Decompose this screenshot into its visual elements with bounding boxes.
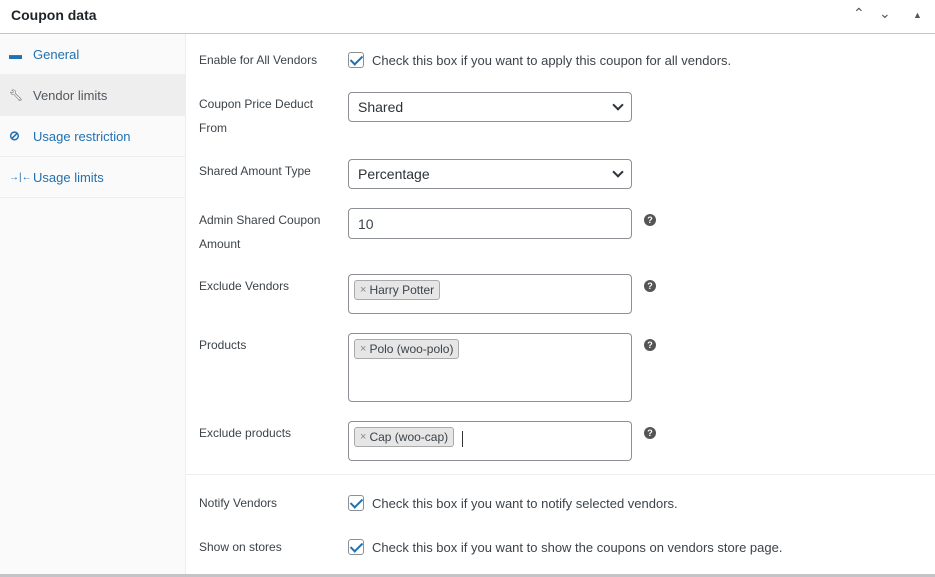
tab-label: General [33, 46, 80, 62]
notify-text: Check this box if you want to notify sel… [372, 495, 678, 511]
help-icon[interactable]: ? [644, 280, 656, 292]
chip: × Polo (woo-polo) [354, 339, 460, 359]
tab-general[interactable]: ▬ General [0, 34, 185, 75]
vendor-limits-panel: Enable for All Vendors Check this box if… [186, 34, 935, 577]
amount-type-label: Shared Amount Type [199, 164, 311, 178]
notify-label: Notify Vendors [199, 496, 278, 510]
exclude-vendors-label: Exclude Vendors [199, 279, 290, 293]
chip-label: Polo (woo-polo) [369, 342, 454, 356]
remove-chip-icon[interactable]: × [360, 431, 366, 443]
enable-all-label: Enable for All Vendors [199, 53, 318, 67]
show-stores-text: Check this box if you want to show the c… [372, 539, 783, 555]
panel-title: Coupon data [11, 7, 97, 23]
chip-label: Cap (woo-cap) [369, 430, 449, 444]
deduct-from-label: Coupon Price Deduct From [199, 97, 314, 135]
panel-header: Coupon data ⌃ ⌄ ▲ [0, 0, 935, 34]
toggle-panel-icon[interactable]: ▲ [913, 10, 922, 20]
exclude-vendors-input[interactable]: × Harry Potter [348, 274, 632, 314]
chip: × Cap (woo-cap) [354, 427, 455, 447]
chip-label: Harry Potter [369, 283, 435, 297]
show-stores-checkbox[interactable] [348, 539, 364, 555]
tab-label: Usage limits [33, 169, 104, 185]
enable-all-checkbox[interactable] [348, 52, 364, 68]
help-icon[interactable]: ? [644, 339, 656, 351]
tab-usage-limits[interactable]: →|← Usage limits [0, 157, 185, 198]
coupon-tabs: ▬ General 🔧︎ Vendor limits ⊘ Usage restrict… [0, 34, 186, 577]
products-input[interactable]: × Polo (woo-polo) [348, 333, 632, 402]
text-caret [462, 431, 464, 447]
chevron-down-icon [612, 99, 624, 111]
chevron-down-icon [612, 166, 624, 178]
admin-amount-input[interactable]: 10 [348, 208, 632, 239]
amount-type-select[interactable]: Percentage [348, 159, 632, 189]
notify-checkbox[interactable] [348, 495, 364, 511]
move-up-icon[interactable]: ⌃ [853, 5, 865, 22]
move-down-icon[interactable]: ⌄ [879, 5, 891, 22]
limits-icon: →|← [9, 171, 32, 183]
tab-vendor-limits[interactable]: 🔧︎ Vendor limits [0, 75, 185, 116]
tab-label: Vendor limits [33, 87, 108, 103]
select-value: Shared [358, 99, 404, 115]
enable-all-text: Check this box if you want to apply this… [372, 52, 732, 68]
select-value: Percentage [358, 166, 430, 182]
admin-amount-label: Admin Shared Coupon Amount [199, 213, 321, 251]
chip: × Harry Potter [354, 280, 441, 300]
tab-usage-restriction[interactable]: ⊘ Usage restriction [0, 116, 185, 157]
show-stores-label: Show on stores [199, 540, 282, 554]
ticket-icon: ▬ [9, 46, 22, 62]
prohibited-icon: ⊘ [9, 128, 20, 143]
remove-chip-icon[interactable]: × [360, 343, 366, 355]
tab-label: Usage restriction [33, 128, 131, 144]
help-icon[interactable]: ? [644, 427, 656, 439]
exclude-products-input[interactable]: × Cap (woo-cap) [348, 421, 632, 461]
divider [186, 474, 935, 475]
remove-chip-icon[interactable]: × [360, 284, 366, 296]
products-label: Products [199, 338, 247, 352]
exclude-products-label: Exclude products [199, 426, 292, 440]
help-icon[interactable]: ? [644, 214, 656, 226]
deduct-from-select[interactable]: Shared [348, 92, 632, 122]
wrench-icon: 🔧︎ [9, 89, 23, 102]
